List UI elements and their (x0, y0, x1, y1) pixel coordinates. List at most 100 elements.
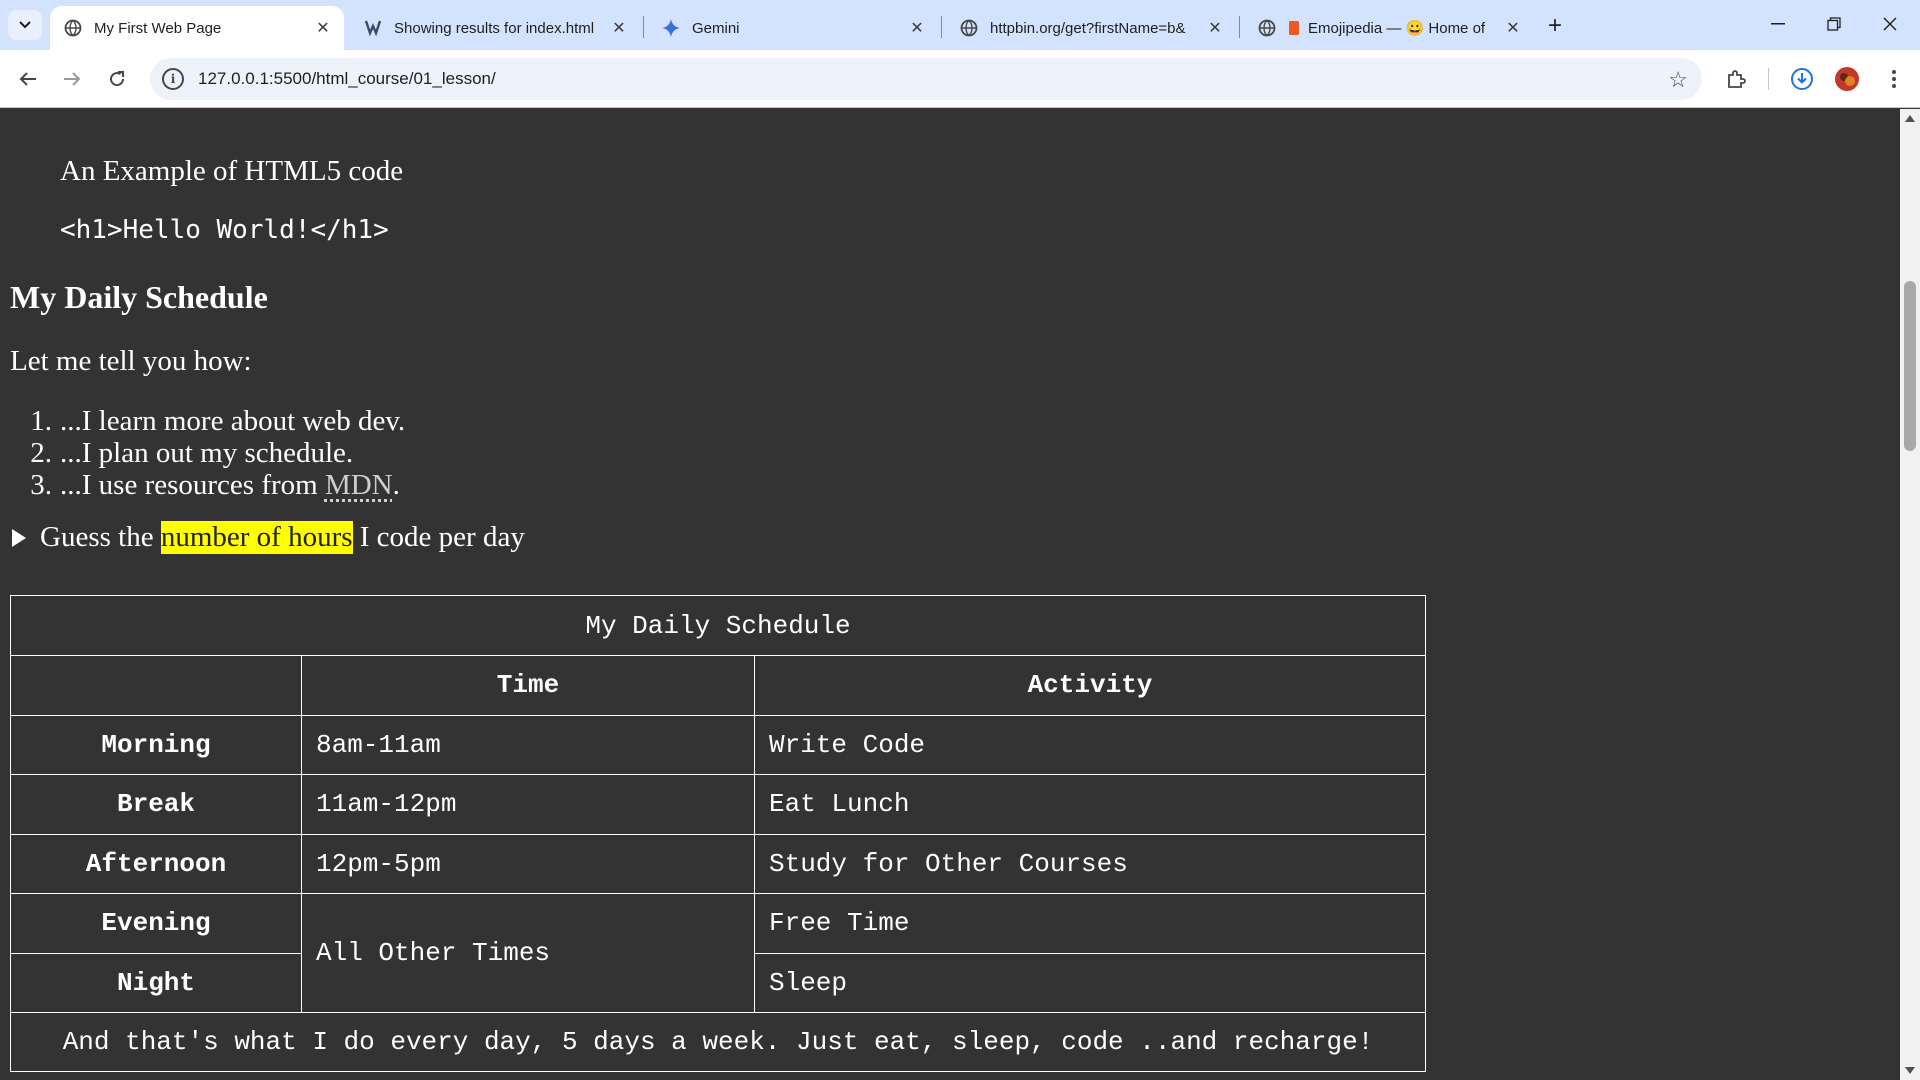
tab-httpbin[interactable]: httpbin.org/get?firstName=b& ✕ (946, 6, 1236, 50)
url-text: 127.0.0.1:5500/html_course/01_lesson/ (198, 69, 496, 88)
table-header-empty (10, 655, 302, 716)
list-item-text: ...I plan out my schedule. (60, 437, 354, 469)
browser-toolbar: i 127.0.0.1:5500/html_course/01_lesson/ … (0, 50, 1920, 108)
blockquote-text: An Example of HTML5 code (60, 155, 404, 187)
page-viewport: An Example of HTML5 code <h1>Hello World… (0, 109, 1900, 1080)
section-heading: My Daily Schedule (10, 279, 268, 315)
scroll-down-arrow-icon[interactable] (1905, 1067, 1915, 1074)
time-cell: 8am-11am (301, 714, 755, 775)
address-bar[interactable]: i 127.0.0.1:5500/html_course/01_lesson/ … (150, 58, 1702, 100)
reload-icon (110, 71, 125, 87)
row-label: Afternoon (10, 833, 302, 894)
close-icon[interactable]: ✕ (906, 17, 928, 39)
activity-cell: Write Code (754, 714, 1426, 775)
list-item-text: ...I learn more about web dev. (60, 405, 406, 437)
puzzle-icon (1728, 70, 1746, 88)
downloads-button[interactable] (1787, 64, 1817, 94)
site-info-icon[interactable]: i (162, 68, 184, 90)
toolbar-divider (1768, 68, 1769, 90)
close-icon[interactable]: ✕ (312, 17, 334, 39)
table-header-time: Time (301, 655, 755, 716)
row-label: Morning (10, 714, 302, 775)
new-tab-button[interactable]: + (1540, 12, 1570, 40)
schedule-table: My Daily Schedule Time Activity Morning … (10, 595, 1426, 1072)
activity-cell: Eat Lunch (754, 774, 1426, 835)
summary-text-after: I code per day (352, 521, 525, 553)
download-icon (1791, 68, 1813, 90)
scrollbar-thumb[interactable] (1904, 281, 1916, 451)
list-item: 1. ...I learn more about web dev. (10, 405, 405, 437)
time-cell: 11am-12pm (301, 774, 755, 835)
table-caption-row: My Daily Schedule (10, 595, 1426, 656)
brand-logo-icon (364, 19, 382, 37)
tab-title: httpbin.org/get?firstName=b& (990, 19, 1186, 37)
disclosure-triangle-icon[interactable] (12, 528, 26, 547)
intro-paragraph: Let me tell you how: (10, 345, 252, 377)
time-cell-merged: All Other Times (301, 893, 755, 1013)
tab-separator (643, 16, 644, 38)
activity-cell: Study for Other Courses (754, 833, 1426, 894)
restore-button[interactable] (1806, 0, 1862, 48)
arrow-left-icon (19, 72, 36, 86)
restore-icon (1827, 17, 1841, 31)
highlighted-text: number of hours (160, 521, 353, 554)
tab-title: Gemini (692, 19, 740, 37)
mdn-link[interactable]: MDN (325, 469, 393, 501)
list-item: 2. ...I plan out my schedule. (10, 437, 405, 469)
tab-separator (1239, 16, 1240, 38)
table-footer: And that's what I do every day, 5 days a… (10, 1012, 1426, 1072)
minimize-button[interactable] (1750, 0, 1806, 48)
table-row: Evening All Other Times Free Time (10, 893, 1426, 1013)
globe-icon (1258, 19, 1276, 37)
table-caption: My Daily Schedule (10, 595, 1426, 656)
time-cell: 12pm-5pm (301, 833, 755, 894)
arrow-right-icon (64, 72, 81, 86)
reload-button[interactable] (101, 63, 133, 95)
chevron-down-icon (19, 21, 31, 29)
close-window-button[interactable] (1862, 0, 1918, 48)
forward-button[interactable] (56, 63, 88, 95)
close-icon[interactable]: ✕ (1502, 17, 1524, 39)
table-footer-row: And that's what I do every day, 5 days a… (10, 1012, 1426, 1072)
scroll-up-arrow-icon[interactable] (1905, 115, 1915, 122)
close-icon[interactable]: ✕ (1204, 17, 1226, 39)
tab-title: Emojipedia — 😀 Home of (1308, 20, 1486, 37)
tab-separator (941, 16, 942, 38)
list-item-text-end: . (392, 469, 400, 501)
list-item-text: ...I use resources from (60, 469, 325, 501)
tab-my-first-web-page[interactable]: My First Web Page ✕ (50, 6, 344, 50)
table-row: Morning 8am-11am Write Code (10, 714, 1426, 775)
chrome-menu-button[interactable] (1879, 64, 1909, 94)
tab-gemini[interactable]: Gemini ✕ (648, 6, 938, 50)
tab-emojipedia[interactable]: Emojipedia — 😀 Home of ✕ (1244, 6, 1534, 50)
list-number: 1. (30, 405, 52, 437)
profile-avatar[interactable] (1832, 64, 1862, 94)
globe-icon (64, 19, 82, 37)
kebab-menu-icon (1892, 70, 1896, 88)
list-number: 2. (30, 437, 52, 469)
table-row: Afternoon 12pm-5pm Study for Other Cours… (10, 833, 1426, 894)
activity-cell: Free Time (754, 893, 1426, 954)
back-button[interactable] (12, 63, 44, 95)
extensions-button[interactable] (1721, 64, 1751, 94)
vertical-scrollbar[interactable] (1900, 109, 1920, 1080)
gemini-sparkle-icon (662, 19, 680, 37)
row-label: Evening (10, 893, 302, 954)
tab-search-button[interactable] (8, 10, 42, 40)
emojipedia-logo-icon (1288, 19, 1300, 37)
details-summary[interactable]: Guess the number of hours I code per day (10, 521, 525, 554)
close-icon[interactable]: ✕ (608, 17, 630, 39)
globe-icon (960, 19, 978, 37)
bookmark-star-icon[interactable]: ☆ (1668, 67, 1688, 93)
tab-search-results[interactable]: Showing results for index.html ✕ (350, 6, 640, 50)
list-item: 3. ...I use resources from MDN. (10, 469, 405, 501)
row-label: Break (10, 774, 302, 835)
tab-title: Showing results for index.html (394, 19, 595, 37)
tab-strip: My First Web Page ✕ Showing results for … (0, 0, 1920, 50)
code-sample: <h1>Hello World!</h1> (60, 215, 389, 245)
list-number: 3. (30, 469, 52, 501)
row-label: Night (10, 952, 302, 1013)
table-row: Break 11am-12pm Eat Lunch (10, 774, 1426, 835)
table-header-row: Time Activity (10, 655, 1426, 716)
summary-text-before: Guess the (40, 521, 161, 553)
